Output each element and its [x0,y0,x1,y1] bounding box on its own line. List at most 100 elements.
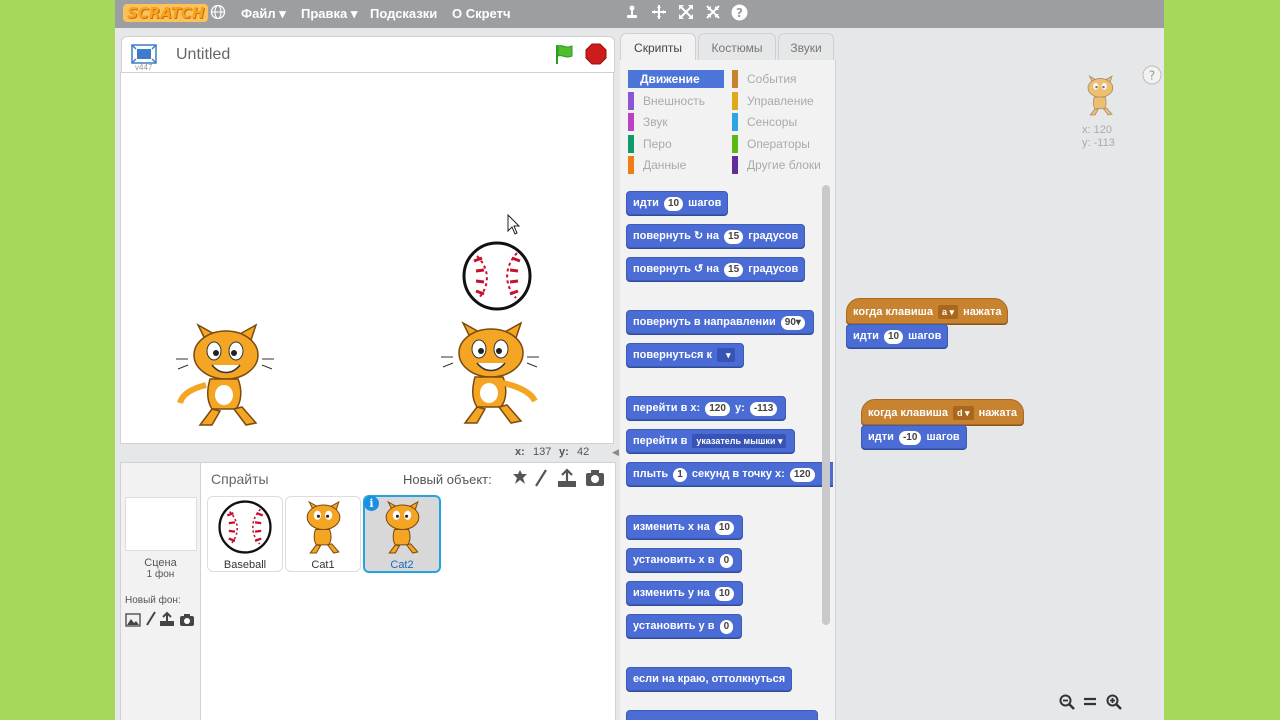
block-input[interactable]: 0 [719,620,734,634]
zoom-out-icon[interactable] [1059,694,1075,715]
block-move-steps[interactable]: идти 10 шагов [626,191,729,215]
block-text: если на краю, оттолкнуться [633,673,786,685]
block-dropdown[interactable]: ▾ [717,348,735,362]
delete-icon[interactable] [650,4,668,22]
block-text: перейти в x: [633,402,701,414]
zoom-in-icon[interactable] [1106,694,1122,715]
grow-icon[interactable] [677,4,695,22]
block-input[interactable]: 120 [705,402,730,416]
help-icon[interactable]: ? [730,4,748,22]
block-input[interactable]: 10 [883,330,904,344]
block-input[interactable]: -10 [898,431,922,445]
tab-costumes[interactable]: Костюмы [698,33,776,62]
shrink-icon[interactable] [704,4,722,22]
scene-thumbnail[interactable] [125,497,197,551]
scratch-logo[interactable]: SCRATCH [123,4,209,22]
sprite-tile-cat2[interactable]: i Cat2 [363,495,441,573]
tab-sounds[interactable]: Звуки [778,33,834,62]
script2-hat-block[interactable]: когда клавиша d ▾ нажата [861,399,1024,425]
category-data[interactable]: Данные [628,156,686,174]
block-text: секунд в точку x: [691,468,785,480]
backdrop-paint-icon[interactable] [125,613,141,632]
mouse-y-value: 42 [577,446,590,458]
stop-sign-icon[interactable] [585,43,607,70]
script1-move-block[interactable]: идти 10 шагов [846,324,949,348]
sprite-tile-baseball[interactable]: Baseball [207,496,283,572]
block-goto-xy[interactable]: перейти в x: 120 y: -113 [626,396,787,420]
block-set-y[interactable]: установить у в 0 [626,614,743,638]
block-input[interactable]: 10 [714,521,734,535]
block-text: идти [853,330,879,342]
block-goto[interactable]: перейти в указатель мышки ▾ [626,429,796,453]
baseball-sprite[interactable] [462,241,532,316]
block-partial[interactable] [626,710,818,720]
block-point-towards[interactable]: повернуться к ▾ [626,343,744,367]
category-operators[interactable]: Операторы [732,135,810,153]
category-pen[interactable]: Перо [628,135,672,153]
zoom-reset-icon[interactable] [1083,694,1097,715]
cat2-sprite[interactable] [441,321,539,432]
key-dropdown[interactable]: a ▾ [938,305,959,319]
category-looks[interactable]: Внешность [628,92,705,110]
block-input[interactable]: 10 [663,197,684,211]
block-set-x[interactable]: установить х в 0 [626,548,743,572]
globe-icon[interactable] [209,4,227,22]
mouse-x-value: 137 [533,446,552,458]
block-dropdown[interactable]: указатель мышки ▾ [692,434,787,448]
backdrop-upload-icon[interactable] [159,611,175,632]
script2-move-block[interactable]: идти -10 шагов [861,425,967,449]
sprite-library-icon[interactable] [511,469,529,492]
category-control[interactable]: Управление [732,92,814,110]
block-input[interactable]: 15 [724,230,744,244]
block-input[interactable]: 1 [673,468,687,482]
tab-scripts[interactable]: Скрипты [620,33,696,62]
menu-edit[interactable]: Правка ▾ [301,6,357,22]
block-input[interactable]: 120 [789,468,815,482]
sprite-tile-cat1[interactable]: Cat1 [285,496,361,572]
block-change-y[interactable]: изменить у на 10 [626,581,743,605]
backdrop-draw-icon[interactable] [145,611,157,632]
category-motion[interactable]: Движение [628,70,724,88]
menu-about[interactable]: О Скретч [452,6,511,21]
key-dropdown[interactable]: d ▾ [953,406,974,420]
backdrop-camera-icon[interactable] [179,613,195,632]
stage-canvas[interactable] [120,72,614,444]
block-text: повернуть [633,230,691,242]
category-more-blocks[interactable]: Другие блоки [732,156,821,174]
menu-tips[interactable]: Подсказки [370,6,437,21]
block-change-x[interactable]: изменить х на 10 [626,515,743,539]
script-area[interactable]: x: 120 y: -113 [835,65,1140,720]
block-glide[interactable]: плыть 1 секунд в точку x: 120 [626,462,833,486]
cat2-thumbnail [377,500,427,561]
palette-scrollbar[interactable] [822,185,830,625]
block-turn-left[interactable]: повернуть ↺ на 15 градусов [626,257,806,281]
duplicate-icon[interactable] [623,4,641,22]
block-point-direction[interactable]: повернуть в направлении 90▾ [626,310,814,334]
block-input[interactable]: 0 [719,554,734,568]
block-input[interactable]: -113 [749,402,778,416]
block-text: идти [633,197,659,209]
block-input[interactable]: 15 [724,263,744,277]
collapse-stage-icon[interactable]: ◀ [612,447,619,458]
block-text: установить у в [633,620,715,632]
project-title[interactable]: Untitled [176,46,230,64]
menu-file[interactable]: Файл ▾ [241,6,286,22]
scene-label: Сцена [144,557,177,569]
sprite-upload-icon[interactable] [557,468,577,493]
category-sensing[interactable]: Сенсоры [732,113,797,131]
sprite-paint-icon[interactable] [534,468,548,493]
block-input[interactable]: 10 [714,587,734,601]
script1-hat-block[interactable]: когда клавиша a ▾ нажата [846,298,1009,324]
block-turn-right[interactable]: повернуть ↻ на 15 градусов [626,224,806,248]
sprite-y-readout: y: -113 [1082,137,1115,149]
block-input[interactable]: 90▾ [780,316,805,330]
category-events[interactable]: События [732,70,797,88]
block-text: перейти в [633,435,688,447]
green-flag-icon[interactable] [553,43,575,70]
sprite-camera-icon[interactable] [585,469,605,492]
block-bounce[interactable]: если на краю, оттолкнуться [626,667,793,691]
help-icon[interactable]: ? [1142,65,1162,90]
cat1-sprite[interactable] [176,323,274,434]
category-sound[interactable]: Звук [628,113,668,131]
new-backdrop-label: Новый фон: [125,595,181,606]
